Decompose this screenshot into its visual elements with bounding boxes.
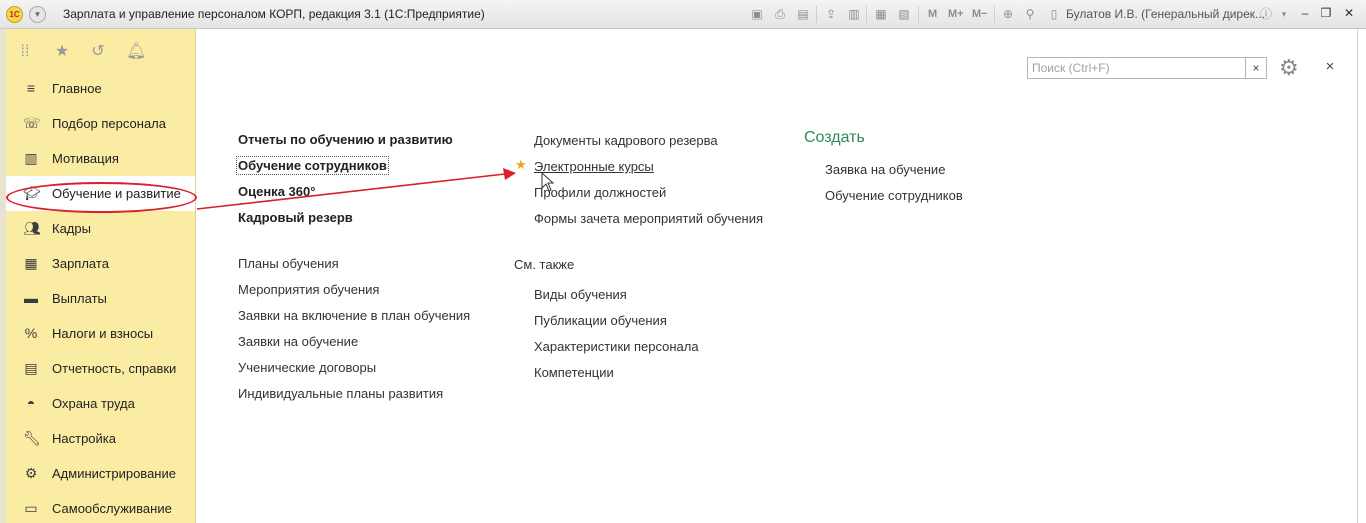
sidebar-item-label: Самообслуживание bbox=[52, 501, 172, 516]
toolbar-separator bbox=[816, 6, 817, 23]
link-create-training-request[interactable]: Заявка на обучение bbox=[825, 162, 945, 177]
link-apprentice-contracts[interactable]: Ученические договоры bbox=[238, 360, 376, 375]
current-user[interactable]: Булатов И.В. (Генеральный дирек... bbox=[1066, 7, 1265, 21]
sidebar-item-motivation[interactable]: ▥ Мотивация bbox=[6, 141, 195, 176]
sidebar-item-label: Кадры bbox=[52, 221, 91, 236]
main-menu-button[interactable]: ▾ bbox=[29, 6, 46, 23]
calendar-icon[interactable]: ▧ bbox=[896, 6, 912, 22]
sidebar-item-label: Главное bbox=[52, 81, 102, 96]
toolbar-separator bbox=[994, 6, 995, 23]
percent-icon: % bbox=[24, 325, 38, 341]
link-training-plans[interactable]: Планы обучения bbox=[238, 256, 339, 271]
wrench-icon: 🔧︎ bbox=[23, 430, 41, 446]
sidebar-item-label: Мотивация bbox=[52, 151, 119, 166]
sidebar-item-taxes[interactable]: % Налоги и взносы bbox=[6, 316, 195, 351]
menu-icon: ≡ bbox=[26, 80, 36, 96]
sidebar-item-label: Администрирование bbox=[52, 466, 176, 481]
favorite-star-icon[interactable]: ★ bbox=[515, 157, 527, 173]
link-training-reports[interactable]: Отчеты по обучению и развитию bbox=[238, 132, 453, 147]
link-training-types[interactable]: Виды обучения bbox=[534, 287, 627, 302]
sidebar-item-salary[interactable]: ▦ Зарплата bbox=[6, 246, 195, 281]
star-icon[interactable]: ★ bbox=[53, 43, 71, 61]
minimize-button[interactable]: – bbox=[1297, 5, 1313, 21]
apps-icon[interactable]: ⁞⁞ bbox=[16, 43, 34, 61]
print-icon[interactable]: ⎙ bbox=[772, 6, 788, 22]
see-also-header: См. также bbox=[514, 257, 575, 272]
zoom-icon[interactable]: ⊕ bbox=[1000, 6, 1016, 22]
sidebar-item-main[interactable]: ≡ Главное bbox=[6, 71, 195, 106]
info-menu-icon[interactable]: ▾ bbox=[1276, 6, 1292, 22]
memory-minus-button[interactable]: M− bbox=[972, 6, 988, 22]
sidebar-item-label: Подбор персонала bbox=[52, 116, 166, 131]
sidebar-item-recruiting[interactable]: ☏ Подбор персонала bbox=[6, 106, 195, 141]
bell-icon[interactable]: 🔔︎ bbox=[126, 43, 146, 61]
link-personnel-reserve[interactable]: Кадровый резерв bbox=[238, 210, 353, 225]
link-training-publications[interactable]: Публикации обучения bbox=[534, 313, 667, 328]
sidebar-item-label: Настройка bbox=[52, 431, 116, 446]
calc-icon[interactable]: ▦ bbox=[873, 6, 889, 22]
link-reserve-documents[interactable]: Документы кадрового резерва bbox=[534, 133, 718, 148]
memory-plus-button[interactable]: M+ bbox=[948, 6, 964, 22]
sidebar-item-settings[interactable]: 🔧︎ Настройка bbox=[6, 421, 195, 456]
link-create-employee-training[interactable]: Обучение сотрудников bbox=[825, 188, 963, 203]
annotation-oval bbox=[6, 182, 197, 213]
sidebar-item-reports[interactable]: ▤ Отчетность, справки bbox=[6, 351, 195, 386]
close-icon[interactable]: × bbox=[1322, 58, 1338, 76]
sidebar-item-label: Охрана труда bbox=[52, 396, 135, 411]
sections-panel: ⁞⁞ ★ ↺ 🔔︎ ≡ Главное ☏ Подбор персонала ▥… bbox=[0, 29, 196, 523]
link-employee-training[interactable]: Обучение сотрудников bbox=[236, 156, 389, 175]
save-icon[interactable]: ▣ bbox=[749, 6, 765, 22]
link-credit-forms[interactable]: Формы зачета мероприятий обучения bbox=[534, 211, 763, 226]
mouse-cursor-icon bbox=[541, 172, 555, 192]
create-header: Создать bbox=[804, 129, 865, 146]
toolbar-separator bbox=[866, 6, 867, 23]
helmet-icon: ◓ bbox=[26, 395, 36, 411]
link-plan-inclusion-requests[interactable]: Заявки на включение в план обучения bbox=[238, 308, 470, 323]
card-icon: ▬ bbox=[24, 290, 38, 306]
id-card-icon: ▭ bbox=[24, 500, 38, 516]
sidebar-item-label: Зарплата bbox=[52, 256, 109, 271]
panels-icon[interactable]: ▯ bbox=[1046, 6, 1062, 22]
scan-icon[interactable]: ▥ bbox=[846, 6, 862, 22]
link-360-assessment[interactable]: Оценка 360° bbox=[238, 184, 315, 199]
sidebar-item-label: Выплаты bbox=[52, 291, 107, 306]
calculator-icon: ▦ bbox=[24, 255, 38, 271]
sidebar-item-self-service[interactable]: ▭ Самообслуживание bbox=[6, 491, 195, 523]
phone-icon: ☏ bbox=[23, 115, 41, 131]
sidebar-item-hr[interactable]: 👥︎ Кадры bbox=[6, 211, 195, 246]
link-training-requests[interactable]: Заявки на обучение bbox=[238, 334, 358, 349]
link-development-plans[interactable]: Индивидуальные планы развития bbox=[238, 386, 443, 401]
document-icon: ▤ bbox=[24, 360, 38, 376]
sidebar-item-administration[interactable]: ⚙ Администрирование bbox=[6, 456, 195, 491]
sidebar-item-label: Налоги и взносы bbox=[52, 326, 154, 341]
search-input[interactable]: Поиск (Ctrl+F) bbox=[1027, 57, 1246, 79]
link-personnel-characteristics[interactable]: Характеристики персонала bbox=[534, 339, 699, 354]
people-icon: 👥︎ bbox=[23, 220, 41, 236]
window-title: Зарплата и управление персоналом КОРП, р… bbox=[63, 7, 485, 21]
toolbar-separator bbox=[918, 6, 919, 23]
user-icon[interactable]: ⚲ bbox=[1022, 6, 1038, 22]
sidebar-item-label: Отчетность, справки bbox=[52, 361, 177, 376]
app-logo-icon: 1С bbox=[6, 6, 23, 23]
settings-gear-icon[interactable]: ⚙ bbox=[1279, 55, 1307, 81]
sidebar-item-safety[interactable]: ◓ Охрана труда bbox=[6, 386, 195, 421]
history-icon[interactable]: ↺ bbox=[89, 43, 107, 61]
sidebar-item-payments[interactable]: ▬ Выплаты bbox=[6, 281, 195, 316]
search-clear-button[interactable]: × bbox=[1245, 57, 1267, 79]
scrollbar-edge bbox=[1357, 29, 1358, 523]
gear-icon: ⚙ bbox=[24, 465, 38, 481]
sidebar-top-bar: ⁞⁞ ★ ↺ 🔔︎ bbox=[6, 29, 195, 71]
window-close-button[interactable]: ✕ bbox=[1341, 5, 1357, 21]
maximize-button[interactable]: ❐ bbox=[1318, 5, 1334, 21]
preview-icon[interactable]: ▤ bbox=[795, 6, 811, 22]
link-training-events[interactable]: Мероприятия обучения bbox=[238, 282, 379, 297]
title-bar: 1С ▾ Зарплата и управление персоналом КО… bbox=[0, 0, 1366, 29]
upload-icon[interactable]: ⇪ bbox=[823, 6, 839, 22]
gift-icon: ▥ bbox=[24, 150, 38, 166]
link-competencies[interactable]: Компетенции bbox=[534, 365, 614, 380]
info-icon[interactable]: ⓘ bbox=[1258, 6, 1274, 22]
memory-m-button[interactable]: M bbox=[928, 6, 937, 22]
